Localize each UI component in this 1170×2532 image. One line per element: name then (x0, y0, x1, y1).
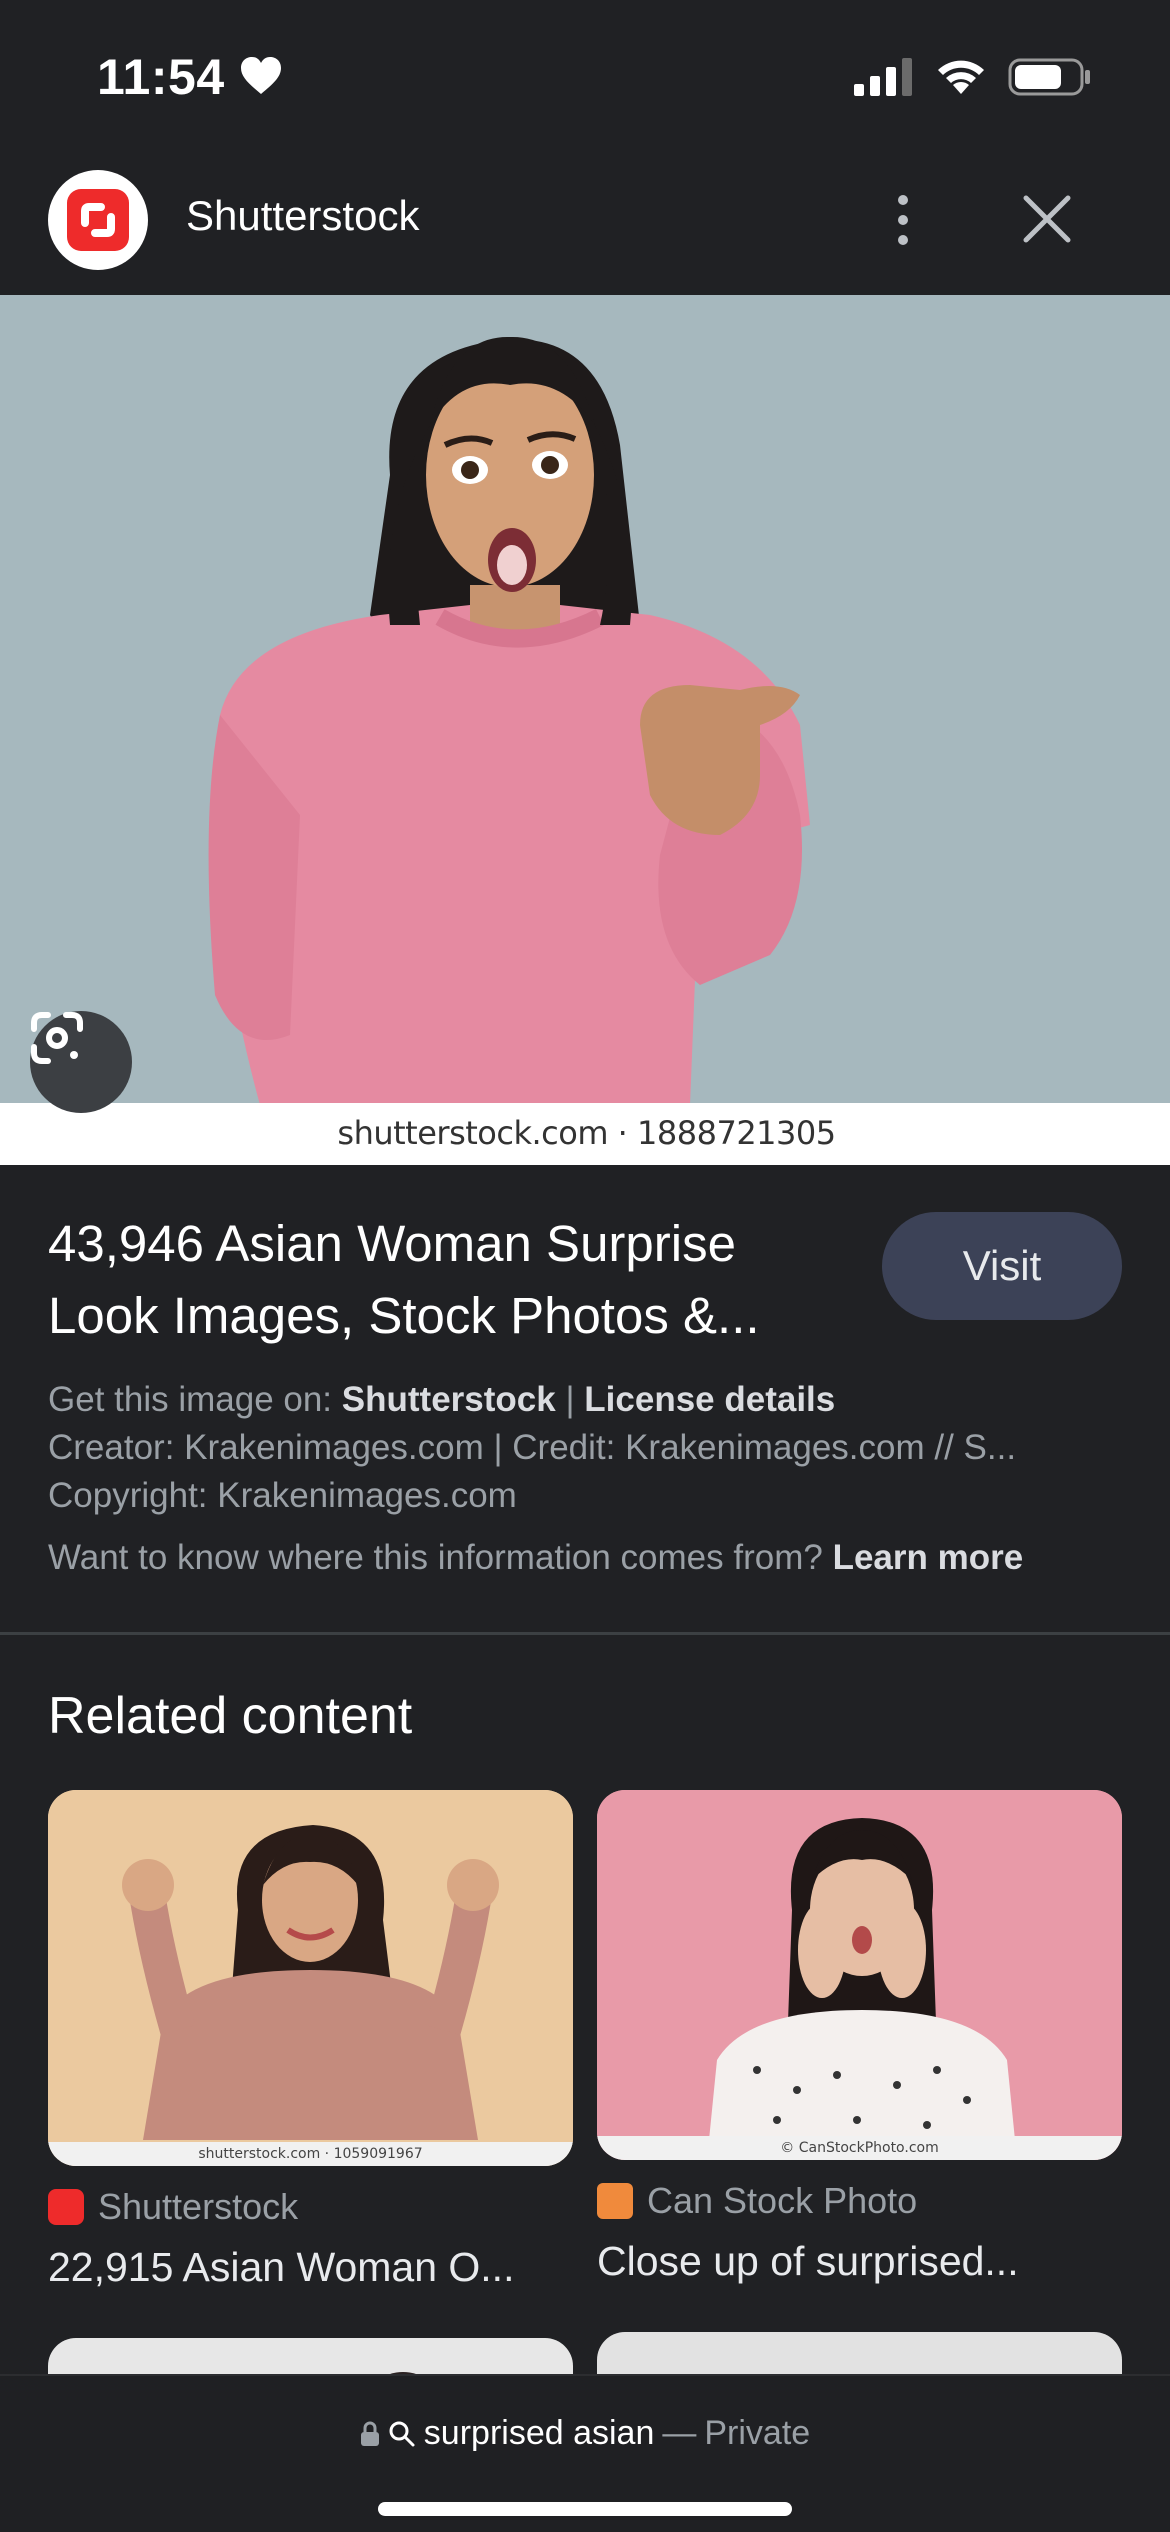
source-header: Shutterstock (0, 150, 1170, 295)
related-card-image-2[interactable]: © CanStockPhoto.com (597, 1790, 1122, 2160)
status-bar: 11:54 (0, 0, 1170, 150)
home-indicator[interactable] (378, 2502, 792, 2516)
related-card-source-1[interactable]: Shutterstock (48, 2186, 298, 2228)
info-source-line: Want to know where this information come… (48, 1538, 1024, 1577)
related-content-heading: Related content (48, 1687, 413, 1745)
bottom-address-bar[interactable]: surprised asian — Private (0, 2374, 1170, 2532)
get-image-line: Get this image on: Shutterstock | Licens… (48, 1380, 836, 1419)
card-watermark-2: © CanStockPhoto.com (597, 2136, 1122, 2160)
close-icon[interactable] (1020, 192, 1074, 246)
site-name[interactable]: Shutterstock (186, 192, 419, 240)
surprised-woman-photo (0, 295, 1170, 1165)
creator-line: Creator: Krakenimages.com | Credit: Krak… (48, 1428, 1017, 1467)
search-query: surprised asian (423, 2414, 655, 2452)
related-card-source-2[interactable]: Can Stock Photo (597, 2180, 917, 2222)
cellular-signal-icon (854, 58, 912, 96)
image-source-link[interactable]: Shutterstock (342, 1380, 556, 1419)
related-card-image-1[interactable]: shutterstock.com · 1059091967 (48, 1790, 573, 2166)
visit-button[interactable]: Visit (882, 1212, 1122, 1320)
search-icon (389, 2421, 415, 2446)
related-card-title-2[interactable]: Close up of surprised... (597, 2238, 1122, 2285)
status-time: 11:54 (97, 49, 225, 105)
lens-icon (31, 1012, 83, 1064)
private-mode-label: Private (704, 2414, 811, 2452)
license-details-link[interactable]: License details (584, 1380, 835, 1419)
image-watermark: shutterstock.com · 1888721305 (5, 1103, 1168, 1163)
section-divider (0, 1632, 1170, 1635)
heart-icon (241, 57, 281, 94)
main-result-image[interactable]: shutterstock.com · 1888721305 (0, 295, 1170, 1165)
battery-icon (1008, 58, 1090, 96)
canstock-icon (597, 2183, 633, 2219)
learn-more-link[interactable]: Learn more (833, 1538, 1024, 1577)
related-card-title-1[interactable]: 22,915 Asian Woman O... (48, 2244, 573, 2291)
more-options-icon[interactable] (880, 188, 926, 252)
shutterstock-logo-icon[interactable] (48, 170, 148, 270)
result-title[interactable]: 43,946 Asian Woman Surprise Look Images,… (48, 1208, 848, 1352)
google-lens-button[interactable] (30, 1011, 132, 1113)
copyright-line: Copyright: Krakenimages.com (48, 1476, 517, 1515)
card-watermark-1: shutterstock.com · 1059091967 (48, 2142, 573, 2166)
wifi-icon (938, 60, 984, 94)
shutterstock-icon (48, 2189, 84, 2225)
lock-icon (360, 2421, 379, 2446)
